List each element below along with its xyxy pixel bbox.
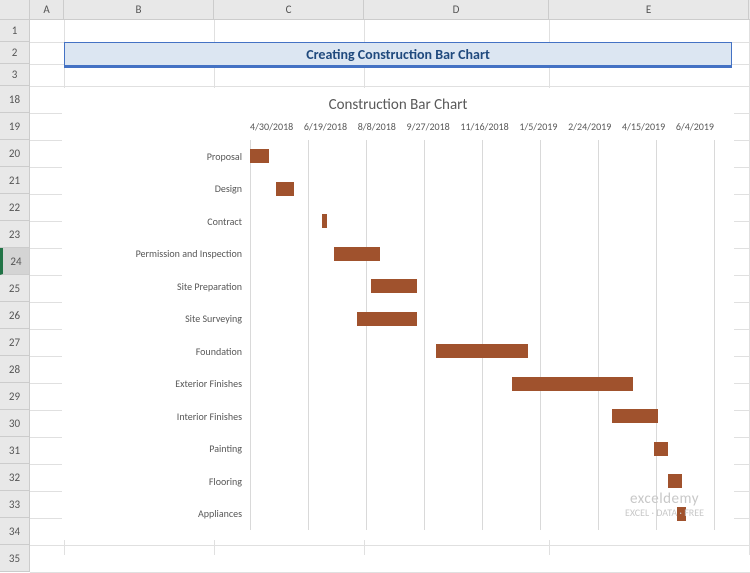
task-label: Painting bbox=[72, 442, 250, 455]
worksheet[interactable]: Creating Construction Bar Chart Construc… bbox=[30, 20, 750, 555]
axis-tick-label: 6/4/2019 bbox=[676, 120, 714, 136]
column-header-C[interactable]: C bbox=[214, 0, 364, 19]
embedded-chart[interactable]: Construction Bar Chart 4/30/2018 6/19/201… bbox=[62, 88, 734, 540]
gantt-bar[interactable] bbox=[436, 344, 529, 358]
gantt-bar[interactable] bbox=[276, 182, 295, 196]
axis-tick-label: 4/30/2018 bbox=[250, 120, 293, 136]
row-header-23[interactable]: 23 bbox=[0, 221, 29, 248]
task-row: Interior Finishes bbox=[72, 400, 714, 432]
column-header-row: ABCDE bbox=[0, 0, 750, 20]
watermark-sub: EXCEL · DATA · FREE bbox=[625, 507, 704, 518]
row-header-20[interactable]: 20 bbox=[0, 140, 29, 167]
task-row: Design bbox=[72, 172, 714, 204]
gantt-bar[interactable] bbox=[357, 312, 417, 326]
task-row: Site Preparation bbox=[72, 270, 714, 302]
task-row: Appliances bbox=[72, 498, 714, 530]
task-label: Appliances bbox=[72, 507, 250, 520]
task-row: Foundation bbox=[72, 335, 714, 367]
row-header-32[interactable]: 32 bbox=[0, 464, 29, 491]
axis-tick-label: 11/16/2018 bbox=[460, 120, 508, 136]
bar-track bbox=[250, 238, 714, 270]
bar-track bbox=[250, 205, 714, 237]
task-label: Flooring bbox=[72, 475, 250, 488]
task-label: Design bbox=[72, 182, 250, 195]
axis-tick-label: 6/19/2018 bbox=[304, 120, 347, 136]
column-header-A[interactable]: A bbox=[30, 0, 64, 19]
x-axis-labels: 4/30/2018 6/19/2018 8/8/2018 9/27/2018 11/16… bbox=[250, 120, 714, 136]
row-header-33[interactable]: 33 bbox=[0, 491, 29, 518]
task-row: Flooring bbox=[72, 465, 714, 497]
bar-track bbox=[250, 368, 714, 400]
gantt-bar[interactable] bbox=[334, 247, 380, 261]
axis-tick-label: 9/27/2018 bbox=[407, 120, 450, 136]
gantt-bar[interactable] bbox=[371, 279, 417, 293]
row-header-1[interactable]: 1 bbox=[0, 20, 29, 42]
bar-track bbox=[250, 140, 714, 172]
bar-track bbox=[250, 303, 714, 335]
task-label: Exterior Finishes bbox=[72, 377, 250, 390]
task-row: Site Surveying bbox=[72, 303, 714, 335]
axis-tick-label: 4/15/2019 bbox=[622, 120, 665, 136]
row-header-3[interactable]: 3 bbox=[0, 64, 29, 86]
chart-title[interactable]: Construction Bar Chart bbox=[62, 88, 734, 120]
row-header-18[interactable]: 18 bbox=[0, 86, 29, 113]
task-label: Site Surveying bbox=[72, 312, 250, 325]
task-row: Contract bbox=[72, 205, 714, 237]
task-row: Exterior Finishes bbox=[72, 368, 714, 400]
plot-area[interactable]: 4/30/2018 6/19/2018 8/8/2018 9/27/2018 11/16… bbox=[72, 120, 724, 540]
gantt-bar[interactable] bbox=[612, 409, 658, 423]
row-header-28[interactable]: 28 bbox=[0, 356, 29, 383]
bar-track bbox=[250, 172, 714, 204]
watermark-main: exceldemy bbox=[625, 491, 704, 508]
gantt-bar[interactable] bbox=[668, 474, 682, 488]
merged-title-cell[interactable]: Creating Construction Bar Chart bbox=[64, 42, 732, 68]
gantt-bar[interactable] bbox=[250, 149, 269, 163]
column-header-E[interactable]: E bbox=[549, 0, 749, 19]
task-label: Site Preparation bbox=[72, 280, 250, 293]
row-header-31[interactable]: 31 bbox=[0, 437, 29, 464]
corner-cell[interactable] bbox=[0, 0, 30, 19]
gantt-bar[interactable] bbox=[512, 377, 633, 391]
row-header-30[interactable]: 30 bbox=[0, 410, 29, 437]
task-label: Contract bbox=[72, 215, 250, 228]
task-label: Permission and Inspection bbox=[72, 247, 250, 260]
bar-track bbox=[250, 270, 714, 302]
row-header-21[interactable]: 21 bbox=[0, 167, 29, 194]
bar-track bbox=[250, 400, 714, 432]
row-header-29[interactable]: 29 bbox=[0, 383, 29, 410]
bar-track bbox=[250, 335, 714, 367]
row-header-19[interactable]: 19 bbox=[0, 113, 29, 140]
bar-track bbox=[250, 433, 714, 465]
column-header-D[interactable]: D bbox=[364, 0, 549, 19]
page-header-text: Creating Construction Bar Chart bbox=[306, 46, 490, 63]
column-header-B[interactable]: B bbox=[64, 0, 214, 19]
watermark: exceldemy EXCEL · DATA · FREE bbox=[625, 491, 704, 519]
gantt-bar[interactable] bbox=[654, 442, 668, 456]
task-row: Painting bbox=[72, 433, 714, 465]
row-header-25[interactable]: 25 bbox=[0, 275, 29, 302]
row-header-27[interactable]: 27 bbox=[0, 329, 29, 356]
axis-tick-label: 1/5/2019 bbox=[519, 120, 557, 136]
task-label: Proposal bbox=[72, 150, 250, 163]
row-header-22[interactable]: 22 bbox=[0, 194, 29, 221]
axis-tick-label: 8/8/2018 bbox=[358, 120, 396, 136]
row-header-34[interactable]: 34 bbox=[0, 518, 29, 545]
task-row: Proposal bbox=[72, 140, 714, 172]
row-header-2[interactable]: 2 bbox=[0, 42, 29, 64]
row-header-26[interactable]: 26 bbox=[0, 302, 29, 329]
row-header-35[interactable]: 35 bbox=[0, 545, 29, 572]
bars-container: Proposal Design Contract Permission and Ins… bbox=[72, 140, 714, 530]
row-header-column: 123181920212223242526272829303132333435 bbox=[0, 20, 30, 572]
task-label: Foundation bbox=[72, 345, 250, 358]
axis-tick-label: 2/24/2019 bbox=[568, 120, 611, 136]
gantt-bar[interactable] bbox=[322, 214, 328, 228]
row-header-24[interactable]: 24 bbox=[0, 248, 29, 275]
task-row: Permission and Inspection bbox=[72, 238, 714, 270]
task-label: Interior Finishes bbox=[72, 410, 250, 423]
